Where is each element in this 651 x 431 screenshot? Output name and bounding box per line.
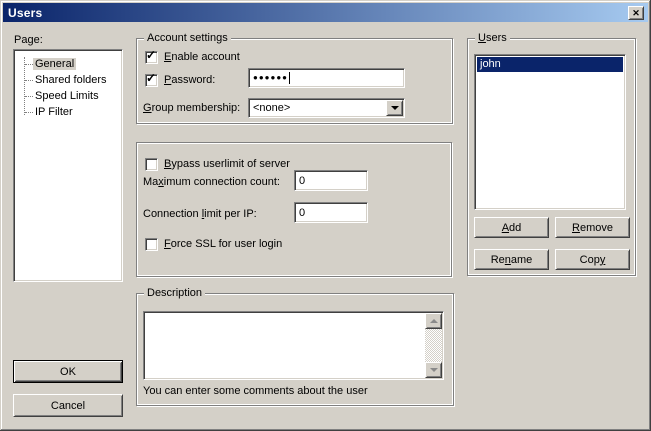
group-membership-label: Group membership: xyxy=(143,102,240,115)
checkmark-icon: ✓ xyxy=(146,72,156,84)
users-listbox: john xyxy=(474,54,626,210)
limits-group: Bypass userlimit of server Maximum conne… xyxy=(136,142,452,277)
ok-button[interactable]: OK xyxy=(13,360,123,383)
remove-user-button[interactable]: Remove xyxy=(555,217,630,238)
password-dots: ●●●●●● xyxy=(253,74,288,82)
group-membership-value: <none> xyxy=(253,102,290,114)
close-button[interactable]: ✕ xyxy=(628,6,644,20)
tree-item-speed-limits[interactable]: Speed Limits xyxy=(16,88,120,104)
bypass-userlimit-checkbox[interactable] xyxy=(145,158,158,171)
description-scrollbar xyxy=(425,313,442,378)
password-input[interactable]: ●●●●●● xyxy=(248,68,405,88)
description-group: Description You can enter some comments … xyxy=(136,293,454,406)
connection-limit-ip-label: Connection limit per IP: xyxy=(143,208,257,221)
arrow-up-icon xyxy=(430,319,438,323)
add-user-button[interactable]: Add xyxy=(474,217,549,238)
checkmark-icon: ✓ xyxy=(146,49,156,61)
users-dialog: Users ✕ Page: General Shared folders Spe… xyxy=(0,0,651,431)
enable-account-checkbox[interactable]: ✓ xyxy=(145,51,158,64)
force-ssl-label: Force SSL for user login xyxy=(164,238,282,251)
cancel-button[interactable]: Cancel xyxy=(13,394,123,417)
enable-account-label: Enable account xyxy=(164,51,240,64)
tree-item-general[interactable]: General xyxy=(16,56,120,72)
page-label: Page: xyxy=(14,34,43,47)
password-label: Password: xyxy=(164,74,215,87)
dropdown-button[interactable] xyxy=(386,100,403,116)
bypass-userlimit-label: Bypass userlimit of server xyxy=(164,158,290,171)
max-connection-input[interactable]: 0 xyxy=(294,170,368,191)
description-legend: Description xyxy=(144,287,205,300)
tree-item-shared-folders[interactable]: Shared folders xyxy=(16,72,120,88)
arrow-down-icon xyxy=(430,368,438,372)
description-hint: You can enter some comments about the us… xyxy=(143,385,368,398)
scroll-up-button[interactable] xyxy=(425,313,442,329)
copy-user-button[interactable]: Copy xyxy=(555,249,630,270)
description-textarea-frame xyxy=(143,311,444,380)
close-icon: ✕ xyxy=(632,9,640,18)
users-legend: Users xyxy=(475,32,510,45)
page-tree-items: General Shared folders Speed Limits IP F… xyxy=(16,52,120,279)
title-bar[interactable]: Users ✕ xyxy=(3,3,648,22)
scroll-down-button[interactable] xyxy=(425,362,442,378)
tree-item-ip-filter[interactable]: IP Filter xyxy=(16,104,120,120)
window-title: Users xyxy=(8,6,42,20)
password-checkbox[interactable]: ✓ xyxy=(145,74,158,87)
text-caret xyxy=(289,72,290,84)
group-membership-select[interactable]: <none> xyxy=(248,98,405,118)
max-connection-label: Maximum connection count: xyxy=(143,176,280,189)
description-textarea[interactable] xyxy=(146,314,441,377)
connection-limit-ip-input[interactable]: 0 xyxy=(294,202,368,223)
force-ssl-checkbox[interactable] xyxy=(145,238,158,251)
rename-user-button[interactable]: Rename xyxy=(474,249,549,270)
user-list-item[interactable]: john xyxy=(477,57,623,72)
account-settings-legend: Account settings xyxy=(144,32,231,45)
users-group: Users john Add Remove Rename Copy xyxy=(467,38,636,276)
page-tree: General Shared folders Speed Limits IP F… xyxy=(13,49,123,282)
chevron-down-icon xyxy=(391,106,399,110)
account-settings-group: Account settings ✓ Enable account ✓ Pass… xyxy=(136,38,453,124)
